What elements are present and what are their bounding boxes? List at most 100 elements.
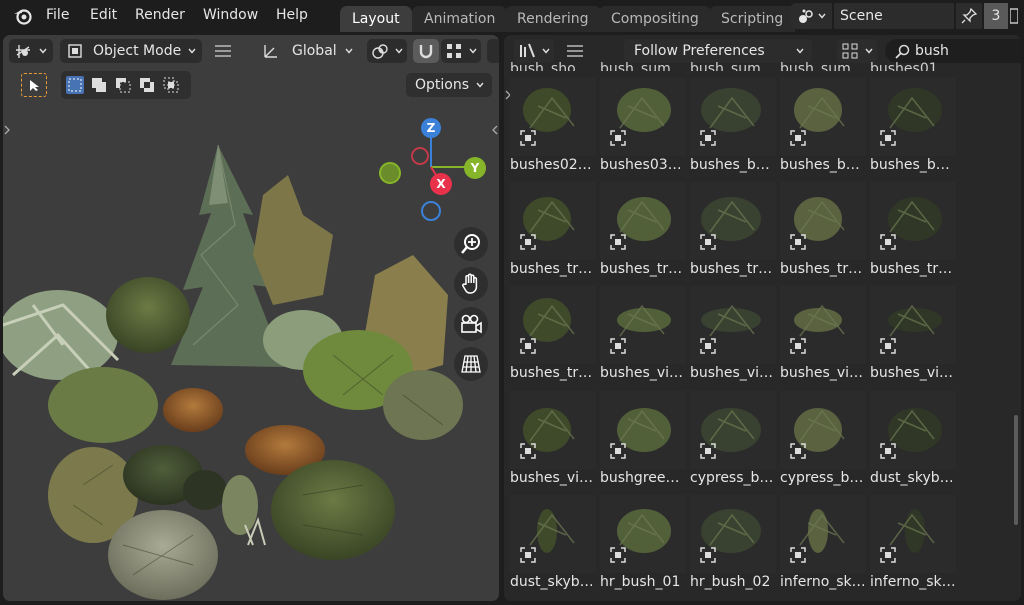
asset-name: bushes_tr… xyxy=(510,261,593,277)
asset-tile[interactable]: cypress_b… xyxy=(780,391,866,491)
scene-browse-button[interactable] xyxy=(790,3,832,29)
asset-tile[interactable]: bushes_vi… xyxy=(870,286,956,386)
asset-grid: bush_sho… bush_sum… bush_sum… bush_sum… … xyxy=(504,61,1021,601)
asset-name: bushes_vi… xyxy=(870,365,954,381)
asset-grid-scrollbar[interactable] xyxy=(1014,415,1018,525)
transform-orientation-selector[interactable]: Global xyxy=(257,39,357,63)
asset-marker-icon xyxy=(880,338,896,354)
snap-toggle-button[interactable] xyxy=(413,39,439,63)
top-bar: File Edit Render Window Help Layout Anim… xyxy=(0,0,1024,32)
asset-tile[interactable]: bushes_tr… xyxy=(690,182,776,282)
3d-viewport-icon xyxy=(16,45,30,58)
chevron-down-icon xyxy=(345,48,353,54)
asset-tile[interactable]: inferno_sk… xyxy=(780,495,866,595)
display-mode-button[interactable] xyxy=(837,39,877,63)
chevron-down-icon xyxy=(395,48,403,54)
tab-rendering[interactable]: Rendering xyxy=(505,6,601,32)
asset-tile[interactable]: dust_skyb… xyxy=(510,495,596,595)
asset-name: inferno_sk… xyxy=(780,574,866,590)
asset-tile[interactable]: bushes02… xyxy=(510,78,596,178)
3d-viewport[interactable]: Object Mode Global Options Z Y X xyxy=(3,35,499,601)
chevron-down-icon xyxy=(865,48,873,54)
menu-render[interactable]: Render xyxy=(135,7,185,23)
snap-target-button[interactable] xyxy=(441,39,481,63)
asset-tile[interactable]: hr_bush_01 xyxy=(600,495,686,595)
asset-tile[interactable]: bushes_tr… xyxy=(780,182,866,282)
asset-name: dust_skyb… xyxy=(510,574,594,590)
chevron-down-icon xyxy=(796,48,804,54)
asset-tile[interactable]: bushes03… xyxy=(600,78,686,178)
tab-animation[interactable]: Animation xyxy=(412,6,508,32)
duplicate-scene-icon[interactable] xyxy=(1010,3,1018,29)
asset-marker-icon xyxy=(700,234,716,250)
asset-marker-icon xyxy=(880,130,896,146)
asset-tile[interactable]: bushes_tr… xyxy=(870,182,956,282)
blender-logo-icon[interactable] xyxy=(12,6,34,26)
asset-tile[interactable]: bushes_vi… xyxy=(510,391,596,491)
scene-selector: Scene 3 xyxy=(790,3,1018,29)
cursor-arrow-icon xyxy=(30,80,39,91)
asset-name: bushes_tr… xyxy=(510,365,593,381)
chevron-down-icon xyxy=(542,48,550,54)
select-subtract-icon[interactable] xyxy=(113,75,133,95)
asset-tile[interactable]: bushes_tr… xyxy=(510,286,596,386)
mode-selector[interactable]: Object Mode xyxy=(60,39,202,63)
asset-library-selector[interactable]: Follow Preferences xyxy=(624,39,812,63)
vegetation-scene-render[interactable] xyxy=(3,105,499,601)
asset-marker-icon xyxy=(700,338,716,354)
select-extend-icon[interactable] xyxy=(89,75,109,95)
asset-tile[interactable]: bushes_b… xyxy=(870,78,956,178)
asset-marker-icon xyxy=(880,443,896,459)
thumbnail-grid-icon xyxy=(842,43,858,59)
tab-layout[interactable]: Layout xyxy=(340,6,412,32)
asset-tile[interactable]: bushes_vi… xyxy=(600,286,686,386)
asset-marker-icon xyxy=(790,130,806,146)
select-new-icon[interactable] xyxy=(65,75,85,95)
search-icon xyxy=(895,44,910,59)
menu-file[interactable]: File xyxy=(46,7,69,23)
asset-marker-icon xyxy=(610,547,626,563)
scene-name-field[interactable]: Scene xyxy=(834,3,954,29)
asset-marker-icon xyxy=(610,130,626,146)
asset-marker-icon xyxy=(610,443,626,459)
asset-marker-icon xyxy=(520,547,536,563)
asset-tile[interactable]: inferno_sk… xyxy=(870,495,956,595)
hamburger-menu-icon[interactable] xyxy=(566,43,584,59)
menu-window[interactable]: Window xyxy=(203,7,258,23)
menu-help[interactable]: Help xyxy=(276,7,308,23)
asset-name: bushes_vi… xyxy=(690,365,774,381)
proportional-edit-button[interactable] xyxy=(487,39,499,63)
asset-tile[interactable]: bushgree… xyxy=(600,391,686,491)
asset-name-cut: bush_sum… xyxy=(780,61,865,71)
asset-tile[interactable]: bushes_vi… xyxy=(780,286,866,386)
pin-scene-button[interactable] xyxy=(956,3,982,29)
asset-search-input[interactable]: bush xyxy=(885,39,1021,63)
asset-marker-icon xyxy=(520,130,536,146)
options-label: Options xyxy=(415,77,470,93)
hamburger-menu-icon[interactable] xyxy=(214,43,232,59)
asset-tile[interactable]: dust_skyb… xyxy=(870,391,956,491)
asset-tile[interactable]: cypress_b… xyxy=(690,391,776,491)
asset-tile[interactable]: bushes_tr… xyxy=(510,182,596,282)
asset-marker-icon xyxy=(520,338,536,354)
asset-tile[interactable]: hr_bush_02 xyxy=(690,495,776,595)
editor-type-button[interactable] xyxy=(514,39,554,63)
options-dropdown[interactable]: Options xyxy=(406,73,492,97)
asset-name: bushes_tr… xyxy=(600,261,683,277)
chevron-down-icon xyxy=(188,48,196,54)
asset-tile[interactable]: bushes_b… xyxy=(690,78,776,178)
asset-name-cut: bushes01… xyxy=(870,61,952,71)
asset-name: bushes_b… xyxy=(870,157,950,173)
pivot-point-button[interactable] xyxy=(367,39,407,63)
select-intersect-icon[interactable] xyxy=(161,75,181,95)
tab-compositing[interactable]: Compositing xyxy=(599,6,711,32)
asset-tile[interactable]: bushes_tr… xyxy=(600,182,686,282)
menu-edit[interactable]: Edit xyxy=(90,7,117,23)
select-difference-icon[interactable] xyxy=(137,75,157,95)
asset-tile[interactable]: bushes_vi… xyxy=(690,286,776,386)
select-tool-button[interactable] xyxy=(21,73,47,97)
magnet-icon xyxy=(419,45,433,59)
tab-scripting[interactable]: Scripting xyxy=(709,6,796,32)
editor-type-button[interactable] xyxy=(9,39,53,63)
asset-tile[interactable]: bushes_b… xyxy=(780,78,866,178)
